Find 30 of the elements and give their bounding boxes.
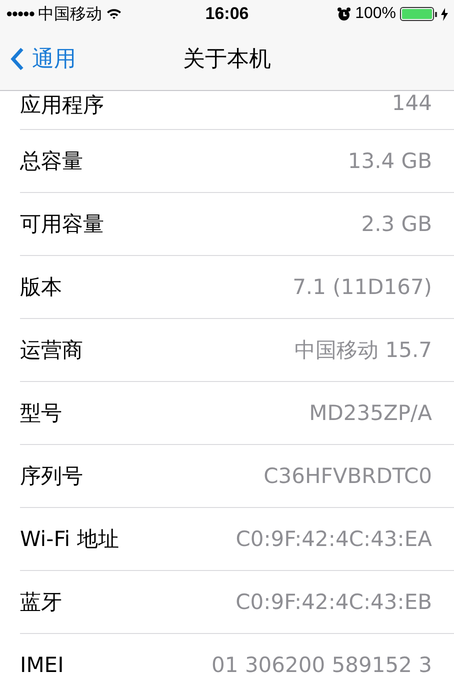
- row-value: 2.3 GB: [361, 212, 432, 236]
- battery-icon: [400, 7, 438, 21]
- row-value: 7.1 (11D167): [292, 275, 432, 299]
- row-value: C36HFVBRDTC0: [264, 464, 432, 488]
- row-label: 型号: [20, 400, 62, 427]
- row-label: 序列号: [20, 463, 83, 490]
- row-label: 总容量: [20, 148, 83, 175]
- signal-strength: ●●●●●: [6, 8, 34, 20]
- row-value: C0:9F:42:4C:43:EA: [236, 527, 432, 551]
- page-title: 关于本机: [183, 46, 271, 74]
- row-value: C0:9F:42:4C:43:EB: [236, 590, 432, 614]
- row-label: Wi-Fi 地址: [20, 526, 119, 553]
- status-time: 16:06: [205, 4, 249, 24]
- row-label: 蓝牙: [20, 589, 62, 616]
- row-value: 中国移动 15.7: [294, 337, 432, 364]
- row-value: 13.4 GB: [348, 149, 432, 173]
- carrier-name: 中国移动: [38, 4, 102, 24]
- row-label: 可用容量: [20, 211, 104, 238]
- wifi-icon: [106, 8, 122, 20]
- back-button[interactable]: 通用: [0, 44, 76, 74]
- alarm-clock-icon: [337, 7, 352, 21]
- row-value: 01 306200 589152 3: [212, 653, 432, 677]
- row-value: MD235ZP/A: [309, 401, 432, 425]
- row-label: 版本: [20, 274, 62, 301]
- row-label: 应用程序: [20, 92, 104, 119]
- row-label: 运营商: [20, 337, 83, 364]
- chevron-left-icon: [10, 47, 24, 71]
- battery-percentage: 100%: [355, 5, 396, 23]
- row-value: 144: [392, 91, 432, 115]
- row-label: IMEI: [20, 653, 64, 677]
